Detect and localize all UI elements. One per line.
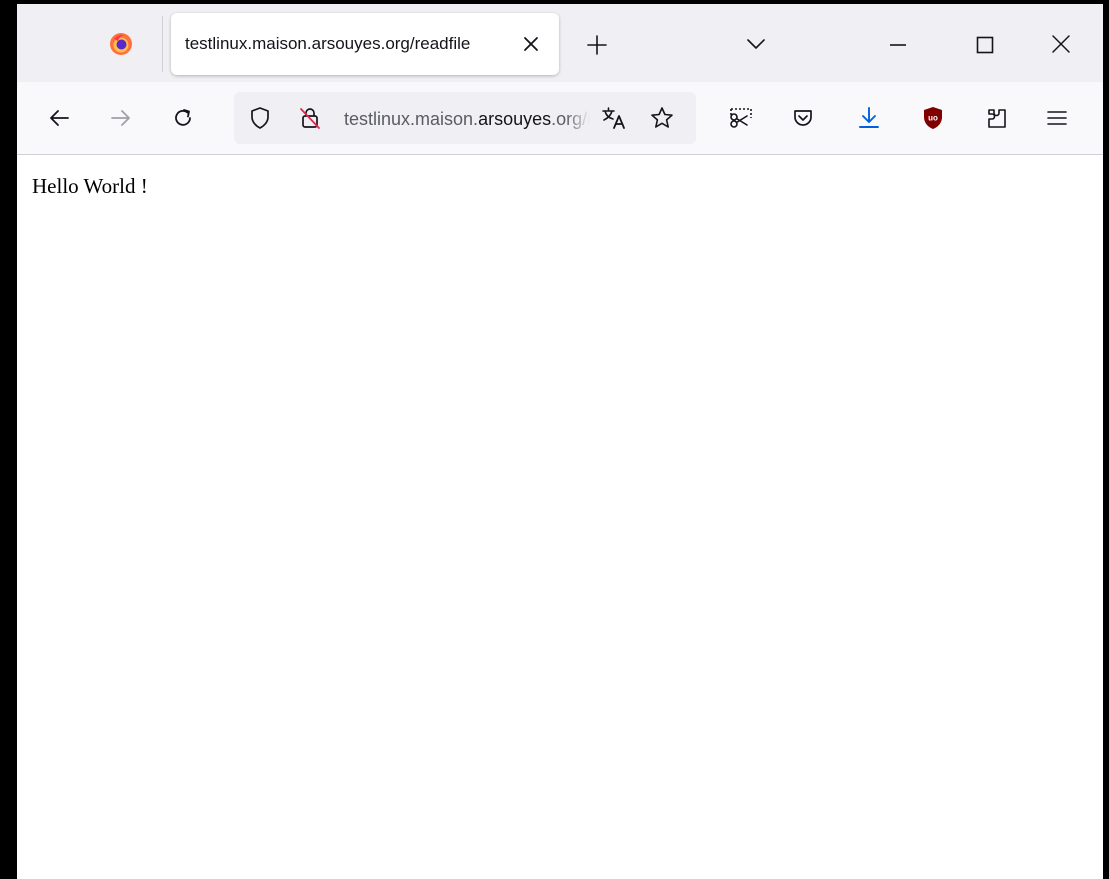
extensions-icon[interactable] bbox=[983, 104, 1011, 132]
url-domain: arsouyes bbox=[478, 109, 552, 129]
browser-window: testlinux.maison.arsouyes.org/readfile t… bbox=[17, 4, 1103, 879]
window-close-icon[interactable] bbox=[1050, 33, 1072, 55]
url-prefix: testlinux.maison. bbox=[344, 109, 479, 129]
tab-active[interactable]: testlinux.maison.arsouyes.org/readfile bbox=[171, 13, 559, 75]
tab-title: testlinux.maison.arsouyes.org/readfile bbox=[185, 34, 515, 54]
chevron-down-icon[interactable] bbox=[745, 36, 767, 52]
firefox-view-icon[interactable] bbox=[109, 32, 133, 56]
reload-icon[interactable] bbox=[169, 104, 197, 132]
screenshot-icon[interactable] bbox=[727, 104, 755, 132]
pocket-icon[interactable] bbox=[789, 104, 817, 132]
bookmark-star-icon[interactable] bbox=[648, 104, 676, 132]
navigation-toolbar: testlinux.maison.arsouyes.org/readfile bbox=[17, 82, 1103, 155]
shield-icon[interactable] bbox=[246, 104, 274, 132]
download-icon[interactable] bbox=[855, 104, 883, 132]
url-suffix: .org/readfile bbox=[551, 109, 590, 129]
tab-separator bbox=[162, 16, 163, 72]
new-tab-icon[interactable] bbox=[586, 34, 608, 56]
tab-strip: testlinux.maison.arsouyes.org/readfile bbox=[17, 4, 1103, 82]
minimize-icon[interactable] bbox=[886, 34, 910, 54]
svg-text:uo: uo bbox=[928, 114, 938, 123]
maximize-icon[interactable] bbox=[974, 34, 996, 56]
url-text[interactable]: testlinux.maison.arsouyes.org/readfile bbox=[344, 109, 590, 130]
close-tab-icon[interactable] bbox=[520, 33, 542, 55]
page-content: Hello World ! bbox=[17, 155, 1103, 879]
translate-icon[interactable] bbox=[600, 104, 628, 132]
page-body-text: Hello World ! bbox=[32, 174, 148, 198]
insecure-lock-icon[interactable] bbox=[296, 104, 324, 132]
address-bar[interactable]: testlinux.maison.arsouyes.org/readfile bbox=[234, 92, 696, 144]
hamburger-menu-icon[interactable] bbox=[1043, 104, 1071, 132]
back-arrow-icon[interactable] bbox=[45, 104, 73, 132]
forward-arrow-icon[interactable] bbox=[107, 104, 135, 132]
ublock-origin-icon[interactable]: uo bbox=[919, 104, 947, 132]
